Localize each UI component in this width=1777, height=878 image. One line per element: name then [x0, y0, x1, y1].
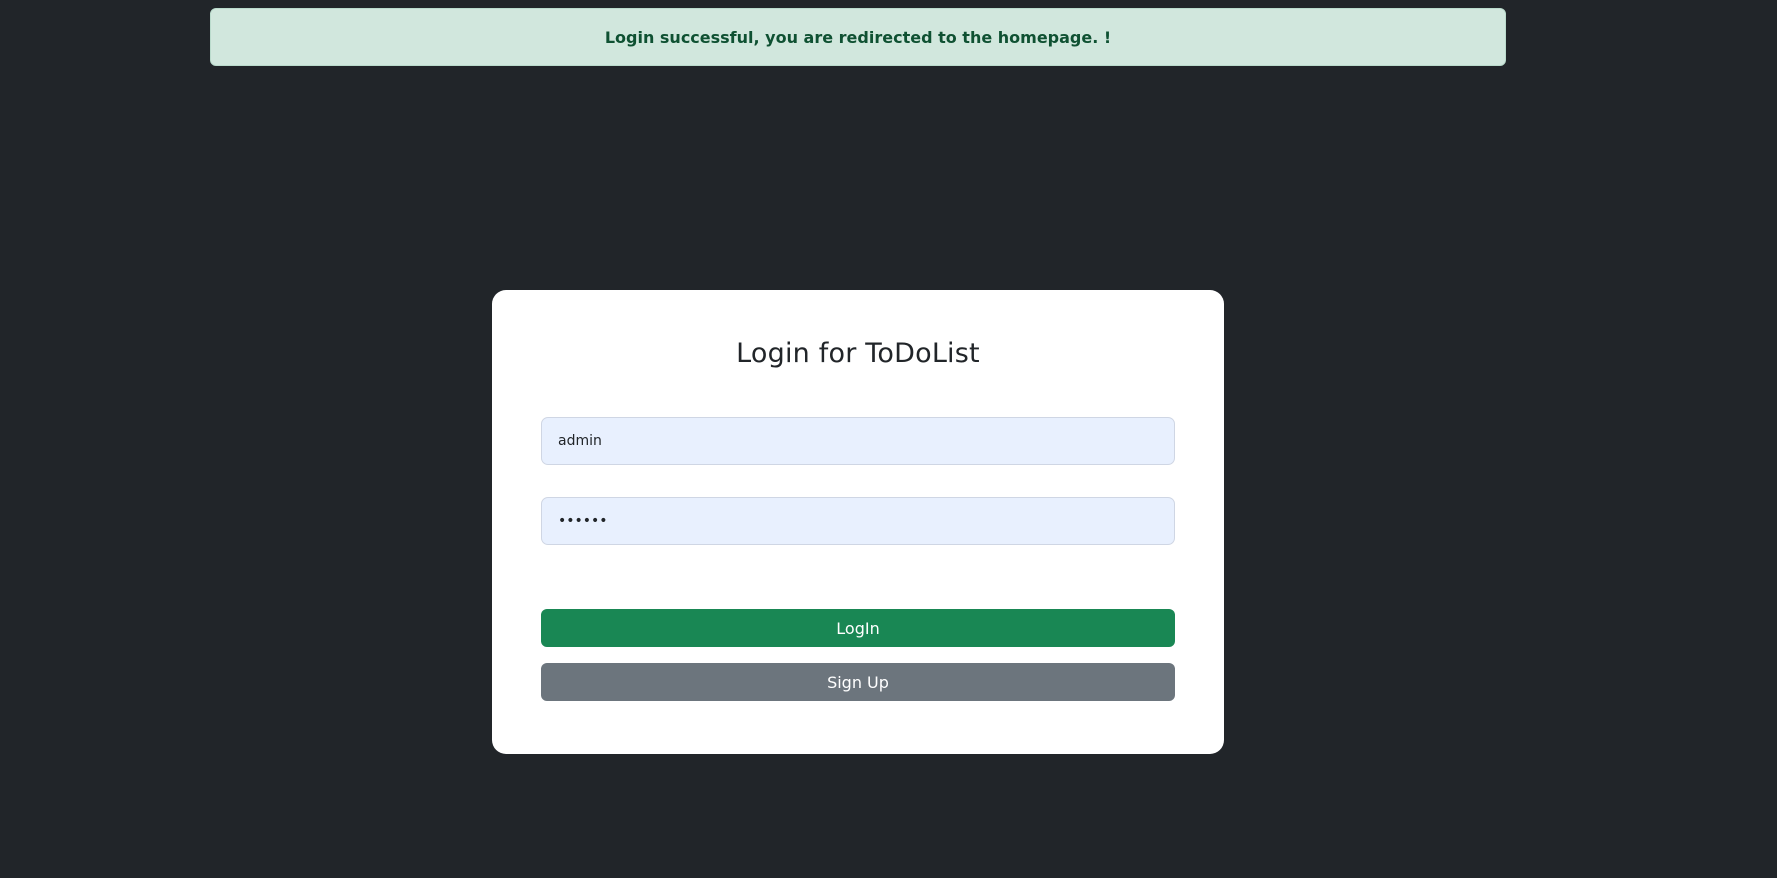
- username-input[interactable]: [541, 417, 1175, 465]
- alert-message: Login successful, you are redirected to …: [604, 27, 1112, 47]
- password-input[interactable]: [541, 497, 1175, 545]
- login-card: Login for ToDoList LogIn Sign Up: [492, 290, 1224, 754]
- page-title: Login for ToDoList: [736, 338, 980, 369]
- signup-button[interactable]: Sign Up: [541, 663, 1175, 701]
- login-button[interactable]: LogIn: [541, 609, 1175, 647]
- success-alert: Login successful, you are redirected to …: [210, 8, 1506, 66]
